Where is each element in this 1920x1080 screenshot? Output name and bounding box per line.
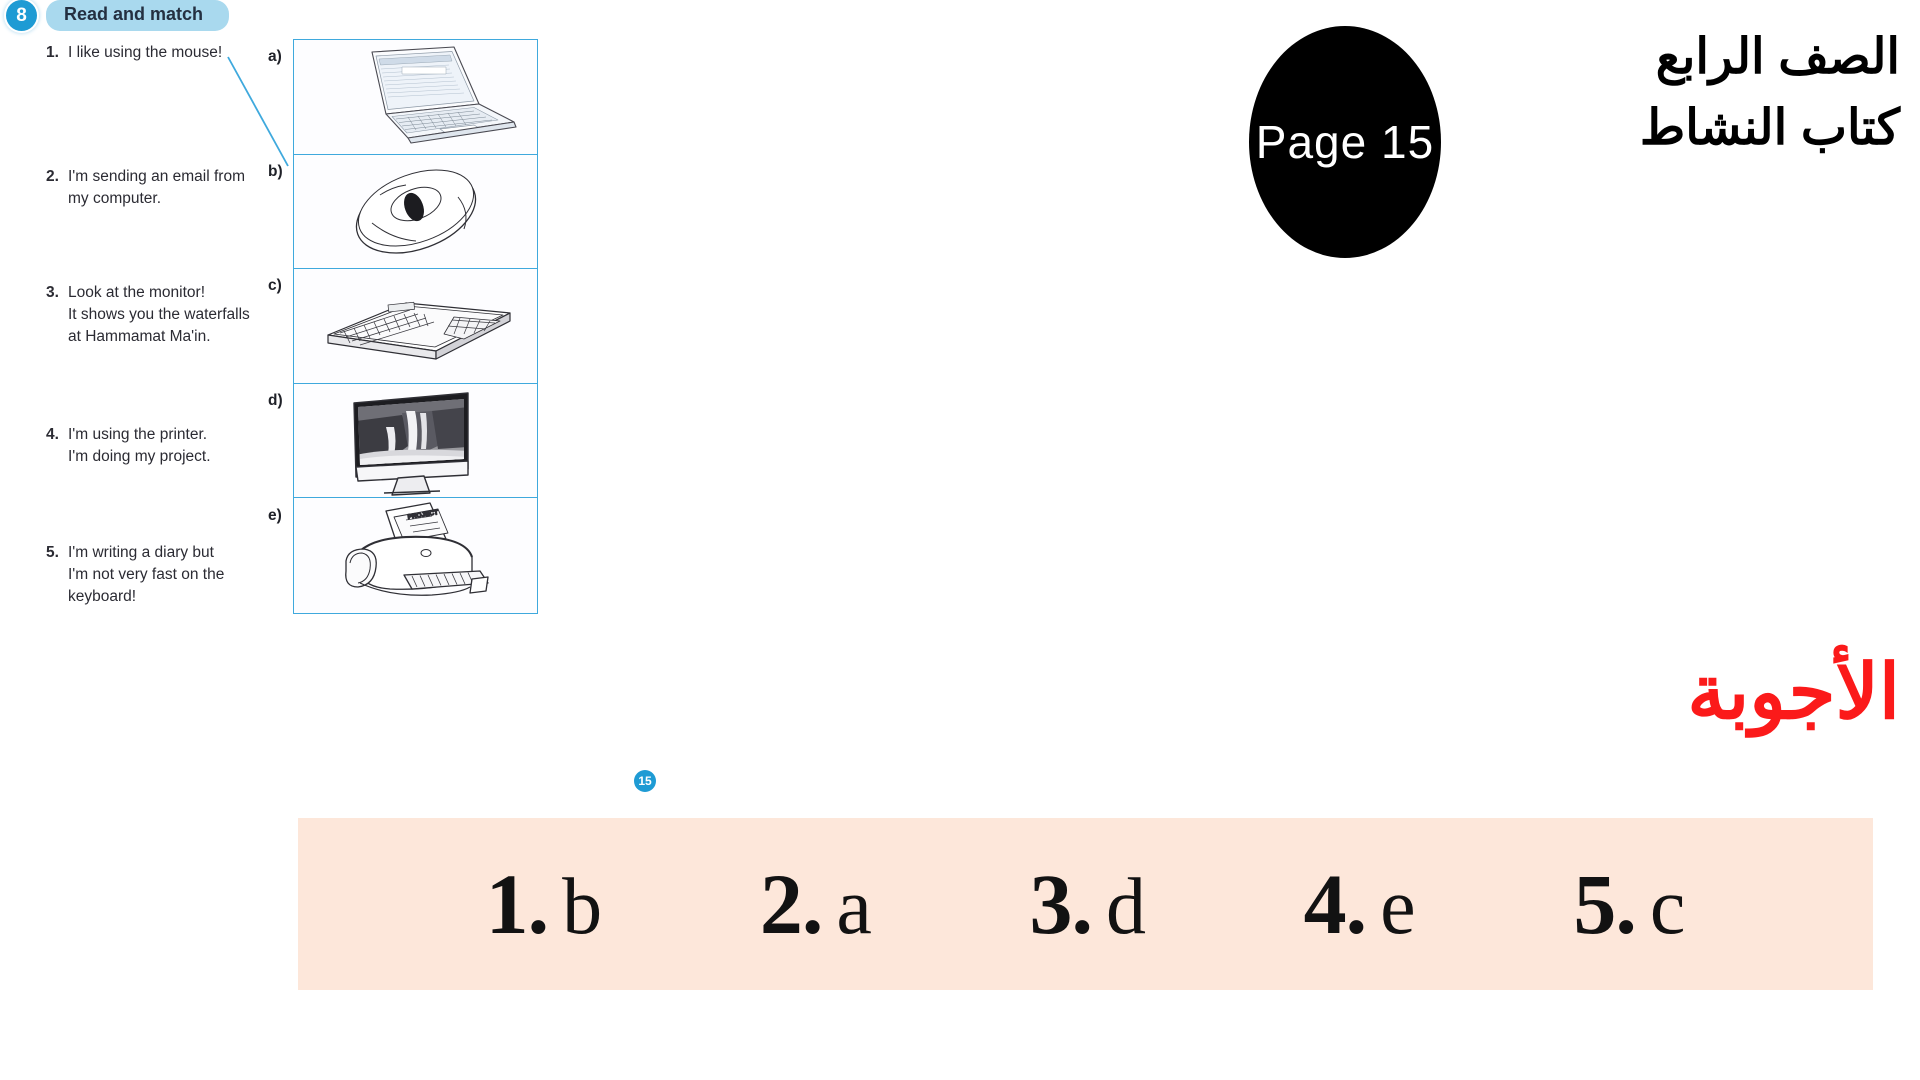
answer-number: 5. (1573, 856, 1636, 952)
list-item: 3. Look at the monitor! It shows you the… (46, 282, 304, 348)
answer-item: 1. b (486, 854, 603, 954)
answer-number: 4. (1303, 856, 1367, 952)
answer-item: 4. e (1304, 854, 1416, 954)
picture-box-e[interactable]: PROJECT (294, 498, 537, 613)
list-item: 4. I'm using the printer. I'm doing my p… (46, 424, 304, 468)
keyboard-illustration (327, 301, 511, 360)
page-stamp: Page 15 (1249, 26, 1441, 258)
list-item: 1. I like using the mouse! (46, 42, 304, 64)
answer-letter: d (1105, 863, 1146, 951)
printer-illustration: PROJECT (345, 502, 489, 596)
sentence-text: I like using the mouse! (68, 44, 223, 61)
answer-number: 3. (1029, 856, 1092, 952)
answer-band: 1. b 2. a 3. d 4. e 5. c (298, 818, 1873, 990)
sentence-number: 5. (46, 544, 59, 561)
picture-box-d[interactable] (294, 383, 537, 498)
sentence-text: I'm using the printer. I'm doing my proj… (68, 426, 211, 465)
page-stamp-label: Page 15 (1255, 116, 1435, 168)
answer-item: 2. a (760, 854, 872, 954)
picture-options-column: PROJECT (293, 39, 538, 614)
answer-letter: c (1649, 863, 1686, 951)
exercise-title: Read and match (46, 0, 230, 31)
option-letter-c: c) (268, 277, 282, 294)
option-letter-d: d) (268, 392, 283, 409)
answer-letter: a (836, 863, 872, 951)
exercise-number-badge: 8 (6, 0, 37, 31)
answer-letter: e (1380, 863, 1416, 951)
picture-box-b[interactable] (294, 154, 537, 269)
option-letter-e: e) (268, 507, 282, 524)
sentence-number: 4. (46, 426, 59, 443)
sentence-text: Look at the monitor! It shows you the wa… (68, 284, 250, 345)
sentence-text: I'm sending an email from my computer. (68, 168, 245, 207)
picture-box-a[interactable] (294, 40, 537, 155)
sentence-text: I'm writing a diary but I'm not very fas… (68, 544, 225, 605)
sentence-number: 1. (46, 44, 59, 61)
answer-number: 2. (759, 856, 823, 952)
arabic-heading-block: الصف الرابع كتاب النشاط (1500, 22, 1900, 164)
laptop-illustration (371, 46, 517, 144)
answer-item: 5. c (1573, 854, 1685, 954)
monitor-waterfall-illustration (353, 391, 469, 496)
page-number-badge: 15 (634, 770, 656, 792)
picture-box-c[interactable] (294, 269, 537, 384)
list-item: 5. I'm writing a diary but I'm not very … (46, 542, 304, 608)
list-item: 2. I'm sending an email from my computer… (46, 166, 304, 210)
option-letter-a: a) (268, 48, 282, 65)
answer-letter: b (562, 863, 603, 951)
computer-mouse-illustration (355, 169, 477, 254)
answer-number: 1. (485, 856, 549, 952)
exercise-header: 8 Read and match (6, 0, 230, 31)
option-letter-b: b) (268, 163, 283, 180)
arabic-book-line: كتاب النشاط (1639, 101, 1900, 156)
arabic-grade-line: الصف الرابع (1655, 30, 1900, 84)
answer-item: 3. d (1029, 854, 1146, 954)
sentence-number: 3. (46, 284, 59, 301)
sentence-number: 2. (46, 168, 59, 185)
answers-heading: الأجوبة (1687, 650, 1900, 735)
